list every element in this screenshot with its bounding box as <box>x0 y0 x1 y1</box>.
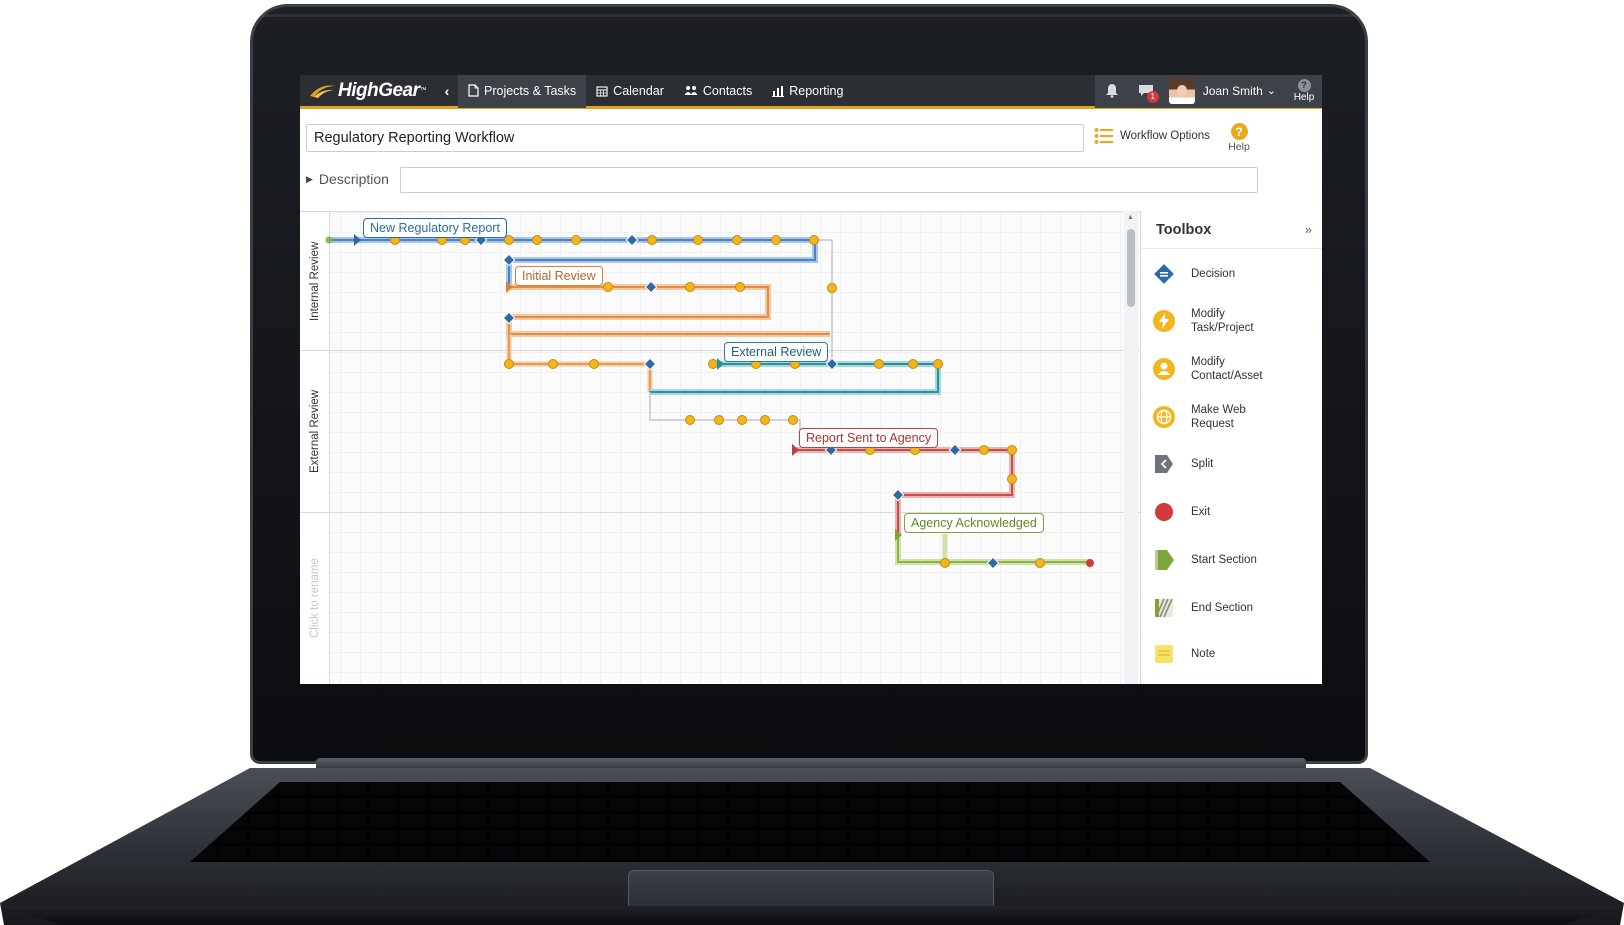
logo-trademark: ™ <box>419 87 427 94</box>
workflow-options-label: Workflow Options <box>1120 130 1210 142</box>
collapse-nav-chevron-icon[interactable]: ‹ <box>440 83 454 99</box>
tool-decision-label: Decision <box>1191 268 1236 280</box>
laptop-touchpad <box>628 870 994 912</box>
scroll-up-arrow-icon[interactable]: ▲ <box>1127 214 1134 221</box>
logo-text: HighGear <box>338 79 420 101</box>
user-avatar[interactable] <box>1168 77 1195 104</box>
tool-end-section-label: End Section <box>1191 602 1254 614</box>
message-count-badge: 1 <box>1146 90 1159 103</box>
canvas-scrollbar[interactable]: ▲ <box>1124 211 1138 684</box>
decision-icon <box>1151 261 1177 287</box>
tool-modify-task-label: Modify Task/Project <box>1191 308 1254 334</box>
nav-user-area: 1 Joan Smith ⌄ ? Help <box>1094 75 1322 108</box>
nav-help-label: Help <box>1293 91 1315 103</box>
tool-exit-label: Exit <box>1191 506 1211 518</box>
section-label-initial-review[interactable]: Initial Review <box>515 266 603 286</box>
top-navigation: HighGear ™ ‹ Projects & Tasks Calendar C… <box>300 75 1322 109</box>
calendar-icon <box>596 85 608 97</box>
tool-note-label: Note <box>1191 648 1216 660</box>
user-menu-chevron-icon[interactable]: ⌄ <box>1267 84 1276 97</box>
description-field[interactable] <box>400 167 1258 193</box>
workflow-help-label: Help <box>1228 141 1250 153</box>
list-options-icon <box>1094 128 1113 144</box>
tool-decision[interactable]: Decision <box>1151 261 1311 287</box>
description-label: Description <box>318 171 389 187</box>
description-toggle[interactable]: ▶ Description <box>306 171 389 187</box>
tool-start-section-label: Start Section <box>1191 554 1257 566</box>
app-screen: HighGear ™ ‹ Projects & Tasks Calendar C… <box>300 75 1322 684</box>
workflow-canvas[interactable]: Internal Review External Review Click to… <box>300 211 1140 684</box>
document-icon <box>468 84 479 97</box>
end-section-icon <box>1151 595 1177 621</box>
tool-split[interactable]: Split <box>1151 451 1311 477</box>
nav-calendar[interactable]: Calendar <box>586 75 674 108</box>
exit-icon <box>1151 499 1177 525</box>
toolbox-collapse-icon[interactable]: » <box>1305 222 1312 237</box>
section-label-agency-acknowledged[interactable]: Agency Acknowledged <box>904 513 1044 533</box>
swoosh-logo-icon <box>310 84 336 98</box>
nav-projects-tasks[interactable]: Projects & Tasks <box>458 75 587 108</box>
toolbox-panel: Toolbox » Decision Modify Task/Project M… <box>1140 211 1322 684</box>
nav-contacts-label: Contacts <box>702 83 753 98</box>
laptop-front-edge <box>2 906 1622 925</box>
workflow-options-button[interactable]: Workflow Options <box>1094 127 1210 145</box>
help-question-icon: ? <box>1230 123 1248 140</box>
nav-reporting[interactable]: Reporting <box>762 75 853 108</box>
nav-help-button[interactable]: ? Help <box>1286 78 1322 103</box>
scrollbar-thumb[interactable] <box>1127 229 1135 307</box>
section-label-report-sent[interactable]: Report Sent to Agency <box>799 428 939 448</box>
nav-projects-tasks-label: Projects & Tasks <box>484 83 577 98</box>
note-icon <box>1151 641 1177 667</box>
help-circle-icon: ? <box>1297 78 1311 92</box>
tool-note[interactable]: Note <box>1151 641 1311 667</box>
start-section-icon <box>1151 547 1177 573</box>
nav-reporting-label: Reporting <box>789 83 844 98</box>
notifications-button[interactable] <box>1095 75 1129 108</box>
highgear-logo[interactable]: HighGear ™ <box>300 75 440 108</box>
tool-modify-task-project[interactable]: Modify Task/Project <box>1151 307 1271 335</box>
tool-web-request-label: Make Web Request <box>1191 404 1246 430</box>
toolbox-header: Toolbox » <box>1141 211 1322 249</box>
tool-modify-contact-label: Modify Contact/Asset <box>1191 356 1263 382</box>
user-name[interactable]: Joan Smith <box>1203 84 1263 98</box>
nav-calendar-label: Calendar <box>613 83 664 98</box>
laptop-keyboard <box>190 782 1430 862</box>
split-icon <box>1151 451 1177 477</box>
messages-button[interactable]: 1 <box>1129 75 1163 108</box>
workflow-help-button[interactable]: ? Help <box>1228 123 1250 153</box>
section-label-external-review[interactable]: External Review <box>724 342 829 362</box>
tool-modify-contact-asset[interactable]: Modify Contact/Asset <box>1151 355 1271 383</box>
tool-end-section[interactable]: End Section <box>1151 595 1311 621</box>
tool-exit[interactable]: Exit <box>1151 499 1311 525</box>
globe-icon <box>1151 404 1177 430</box>
expand-arrow-icon: ▶ <box>306 173 313 184</box>
person-icon <box>1151 356 1177 382</box>
tool-start-section[interactable]: Start Section <box>1151 547 1311 573</box>
tool-split-label: Split <box>1191 458 1214 470</box>
nav-contacts[interactable]: Contacts <box>674 75 762 108</box>
workflow-title-input[interactable]: Regulatory Reporting Workflow <box>306 124 1084 152</box>
bell-icon <box>1105 84 1118 98</box>
lid-highlight <box>262 14 1356 17</box>
bar-chart-icon <box>772 85 785 97</box>
tool-make-web-request[interactable]: Make Web Request <box>1151 403 1271 431</box>
section-label-new-regulatory-report[interactable]: New Regulatory Report <box>363 218 507 238</box>
toolbox-title: Toolbox <box>1156 221 1212 238</box>
workflow-diagram <box>325 233 1094 570</box>
description-input[interactable] <box>401 168 1257 192</box>
contacts-icon <box>684 86 698 95</box>
lightning-icon <box>1151 308 1177 334</box>
